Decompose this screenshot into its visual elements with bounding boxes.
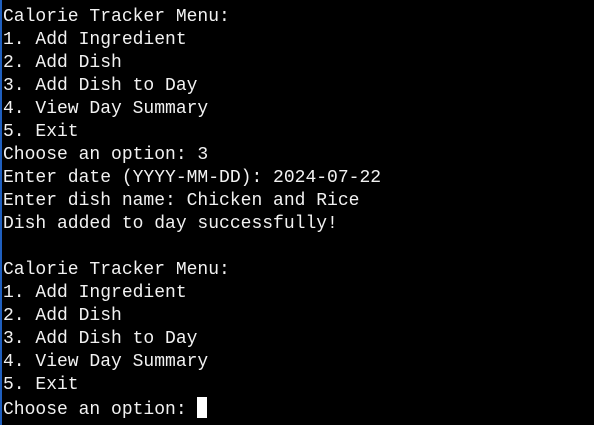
- terminal-line: Calorie Tracker Menu:: [3, 7, 230, 27]
- terminal-line: 4. View Day Summary: [3, 352, 209, 372]
- terminal-line: 2. Add Dish: [3, 306, 122, 326]
- terminal-line: Enter dish name: Chicken and Rice: [3, 191, 360, 211]
- terminal-line: Enter date (YYYY-MM-DD): 2024-07-22: [3, 168, 382, 188]
- terminal-line: 1. Add Ingredient: [3, 283, 187, 303]
- terminal-line: 5. Exit: [3, 122, 79, 142]
- terminal-line: 2. Add Dish: [3, 53, 122, 73]
- terminal-prompt: Choose an option:: [3, 400, 198, 420]
- terminal-line: Calorie Tracker Menu:: [3, 260, 230, 280]
- terminal-line: 3. Add Dish to Day: [3, 76, 198, 96]
- terminal-line: Choose an option: 3: [3, 145, 209, 165]
- terminal-line: 4. View Day Summary: [3, 99, 209, 119]
- terminal-window[interactable]: Calorie Tracker Menu: 1. Add Ingredient …: [0, 0, 594, 425]
- terminal-input-line[interactable]: Choose an option:: [3, 397, 594, 420]
- terminal-line: 3. Add Dish to Day: [3, 329, 198, 349]
- terminal-line: Dish added to day successfully!: [3, 214, 338, 234]
- terminal-line: 1. Add Ingredient: [3, 30, 187, 50]
- text-cursor: [197, 397, 208, 418]
- terminal-line: 5. Exit: [3, 375, 79, 395]
